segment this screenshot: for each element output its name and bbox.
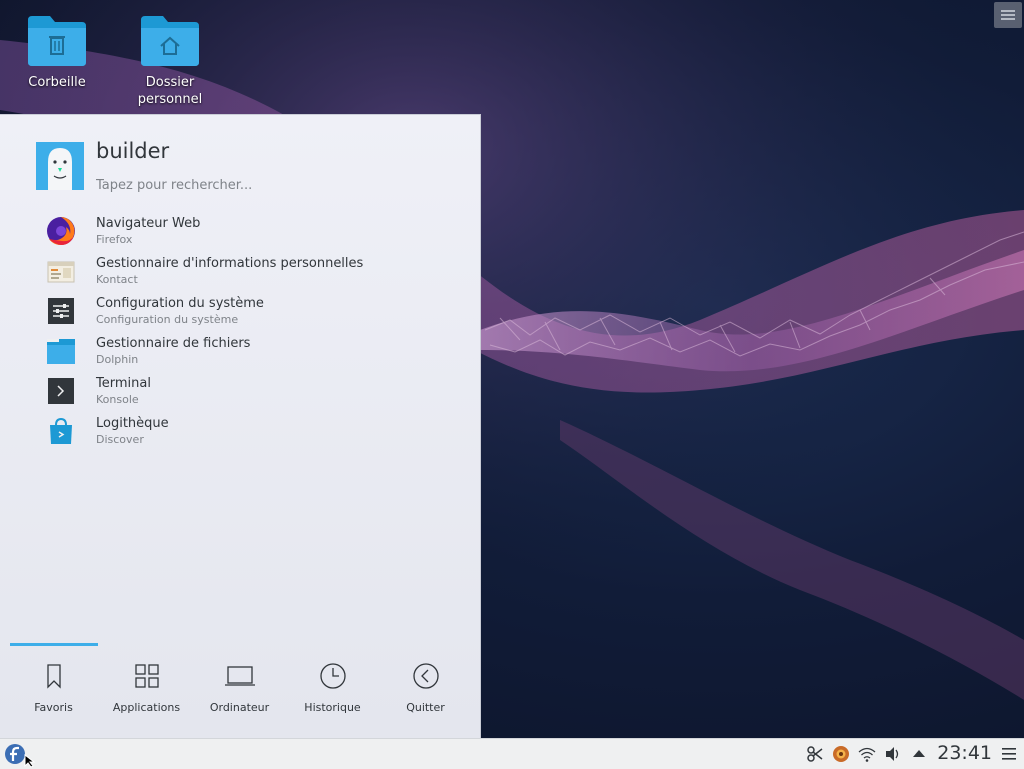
application-launcher-popup: builder Navigateur Web Firefox Gestionna… <box>0 114 481 739</box>
digital-clock[interactable]: 23:41 <box>937 742 992 764</box>
tab-label: Historique <box>304 701 361 714</box>
back-arrow-icon <box>412 663 439 689</box>
taskbar-panel: 23:41 <box>0 738 1024 769</box>
clock-icon <box>319 663 346 689</box>
fedora-launcher-button[interactable] <box>4 743 26 765</box>
desktop-icon-label: Dossier personnel <box>137 75 203 107</box>
tab-favorites[interactable]: Favoris <box>7 661 100 721</box>
favorite-name: Gestionnaire de fichiers <box>96 336 251 351</box>
update-notifier-icon[interactable] <box>832 745 850 763</box>
klipper-clipboard-icon[interactable] <box>806 745 824 763</box>
laptop-icon <box>224 666 255 686</box>
konsole-icon <box>48 378 74 404</box>
favorite-subtitle: Konsole <box>96 393 139 406</box>
favorite-name: Configuration du système <box>96 296 264 311</box>
launcher-tab-bar: Favoris Applications Ordinateur Historiq… <box>0 643 480 739</box>
tab-label: Ordinateur <box>209 701 270 714</box>
tab-label: Favoris <box>34 701 73 714</box>
favorite-subtitle: Configuration du système <box>96 313 239 326</box>
favorites-list: Navigateur Web Firefox Gestionnaire d'in… <box>0 211 480 451</box>
grid-icon <box>134 664 159 688</box>
tab-history[interactable]: Historique <box>286 661 379 721</box>
search-input[interactable] <box>96 178 446 193</box>
hamburger-icon <box>1001 10 1015 20</box>
user-name: builder <box>96 139 170 163</box>
tab-applications[interactable]: Applications <box>100 661 193 721</box>
desktop-icon-trash[interactable]: Corbeille <box>7 14 107 91</box>
panel-menu-icon[interactable] <box>1000 745 1018 763</box>
system-settings-icon <box>48 298 74 324</box>
bookmark-icon <box>46 664 61 689</box>
desktop-icon-home[interactable]: Dossier personnel <box>120 14 220 108</box>
kontact-icon <box>47 261 75 283</box>
tab-label: Applications <box>112 701 181 714</box>
favorite-item-discover[interactable]: Logithèque Discover <box>0 411 480 451</box>
tray-expand-arrow-icon[interactable] <box>910 745 928 763</box>
user-avatar[interactable] <box>36 142 84 190</box>
tab-computer[interactable]: Ordinateur <box>193 661 286 721</box>
favorite-item-system-settings[interactable]: Configuration du système Configuration d… <box>0 291 480 331</box>
favorite-subtitle: Discover <box>96 433 144 446</box>
favorite-name: Logithèque <box>96 416 169 431</box>
favorite-item-dolphin[interactable]: Gestionnaire de fichiers Dolphin <box>0 331 480 371</box>
tab-leave[interactable]: Quitter <box>379 661 472 721</box>
favorite-item-firefox[interactable]: Navigateur Web Firefox <box>0 211 480 251</box>
favorite-item-kontact[interactable]: Gestionnaire d'informations personnelles… <box>0 251 480 291</box>
dolphin-icon <box>47 339 75 364</box>
favorite-name: Gestionnaire d'informations personnelles <box>96 256 364 271</box>
favorite-subtitle: Kontact <box>96 273 138 286</box>
active-tab-indicator <box>10 643 98 646</box>
volume-icon[interactable] <box>884 745 902 763</box>
favorite-subtitle: Firefox <box>96 233 133 246</box>
home-folder-icon <box>141 16 199 66</box>
wifi-network-icon[interactable] <box>858 745 876 763</box>
desktop-icon-label: Corbeille <box>28 75 86 90</box>
favorite-name: Terminal <box>96 376 151 391</box>
favorite-name: Navigateur Web <box>96 216 201 231</box>
discover-icon <box>50 417 72 444</box>
firefox-icon <box>47 217 75 245</box>
trash-folder-icon <box>28 16 86 66</box>
favorite-subtitle: Dolphin <box>96 353 139 366</box>
mouse-cursor-icon <box>24 754 36 768</box>
favorite-item-konsole[interactable]: Terminal Konsole <box>0 371 480 411</box>
tab-label: Quitter <box>406 701 445 714</box>
desktop-toolbox-button[interactable] <box>994 2 1022 28</box>
